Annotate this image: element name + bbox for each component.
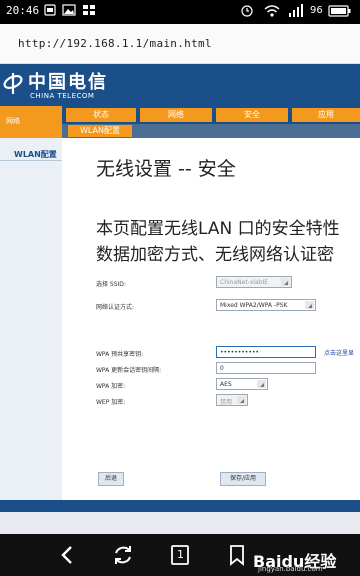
tab-security[interactable]: 安全 [216, 108, 288, 122]
ssid-label: 选择 SSID: [96, 281, 126, 288]
ssid-value: ChinaNet-xlabIE [220, 279, 269, 286]
back-button[interactable]: 后退 [98, 472, 124, 486]
tab-count: 1 [177, 548, 184, 561]
notification-icon [44, 4, 56, 19]
chevron-down-icon [237, 396, 246, 404]
wep-encryption-label: WEP 加密: [96, 399, 126, 406]
status-time: 20:46 [6, 4, 40, 17]
auth-mode-select[interactable]: Mixed WPA2/WPA -PSK [216, 299, 316, 311]
wpa-encryption-value: AES [220, 381, 232, 388]
wpa-encryption-label: WPA 加密: [96, 383, 126, 390]
battery-level: 96 [310, 5, 323, 16]
url-text[interactable]: http://192.168.1.1/main.html [18, 37, 212, 50]
brand-name-en: CHINA TELECOM [30, 92, 95, 100]
wpa-encryption-select[interactable]: AES [216, 378, 268, 390]
signal-icon [288, 4, 304, 21]
alarm-icon [240, 4, 254, 21]
subtab-wlan-config[interactable]: WLAN配置 [68, 125, 132, 137]
sidebar-section-network[interactable]: 网络 [0, 106, 62, 138]
tab-status[interactable]: 状态 [66, 108, 136, 122]
chevron-down-icon [281, 278, 290, 286]
rekey-interval-label: WPA 更新会话密钥间隔: [96, 367, 162, 374]
chevron-down-icon [305, 301, 314, 309]
psk-input[interactable]: ••••••••••• [216, 346, 316, 358]
baidu-watermark-url: jingyan.baidu.com [258, 565, 323, 573]
tabs-button[interactable]: 1 [165, 540, 195, 570]
ssid-select[interactable]: ChinaNet-xlabIE [216, 276, 292, 288]
page-description-line-2: 数据加密方式、无线网络认证密 [96, 245, 334, 265]
chevron-down-icon [257, 380, 266, 388]
page-description-line-1: 本页配置无线LAN 口的安全特性 [96, 219, 340, 239]
browser-url-bar[interactable]: http://192.168.1.1/main.html [0, 24, 360, 64]
brand-name: 中国电信 [28, 72, 108, 93]
page-bottom-area [0, 512, 360, 534]
wifi-icon [264, 4, 280, 21]
sidebar-divider [0, 160, 62, 161]
page-footer [0, 500, 360, 512]
show-key-link[interactable]: 点击这里显 [324, 348, 354, 357]
sidebar-item-wlan-config[interactable]: WLAN配置 [14, 149, 57, 160]
china-telecom-logo-icon [2, 70, 24, 96]
rekey-interval-value: 0 [220, 365, 224, 372]
sidebar [0, 138, 62, 500]
psk-value: ••••••••••• [220, 349, 259, 356]
psk-label: WPA 预共享密钥: [96, 351, 144, 358]
rekey-interval-input[interactable]: 0 [216, 362, 316, 374]
gallery-icon [62, 4, 76, 19]
auth-mode-value: Mixed WPA2/WPA -PSK [220, 302, 288, 309]
tab-application[interactable]: 应用 [292, 108, 360, 122]
wep-encryption-select[interactable]: 禁用 [216, 394, 248, 406]
page-title: 无线设置 -- 安全 [96, 158, 236, 180]
back-arrow-icon[interactable] [52, 540, 82, 570]
wep-encryption-value: 禁用 [220, 399, 233, 406]
refresh-icon[interactable] [108, 540, 138, 570]
status-bar: 20:46 96 [0, 0, 360, 24]
app-grid-icon [82, 4, 96, 19]
main-content [62, 138, 360, 500]
auth-mode-label: 网络认证方式: [96, 304, 135, 311]
battery-icon [328, 4, 352, 21]
save-apply-button[interactable]: 保存/应用 [220, 472, 266, 486]
tab-network[interactable]: 网络 [140, 108, 212, 122]
bookmark-icon[interactable] [222, 540, 252, 570]
